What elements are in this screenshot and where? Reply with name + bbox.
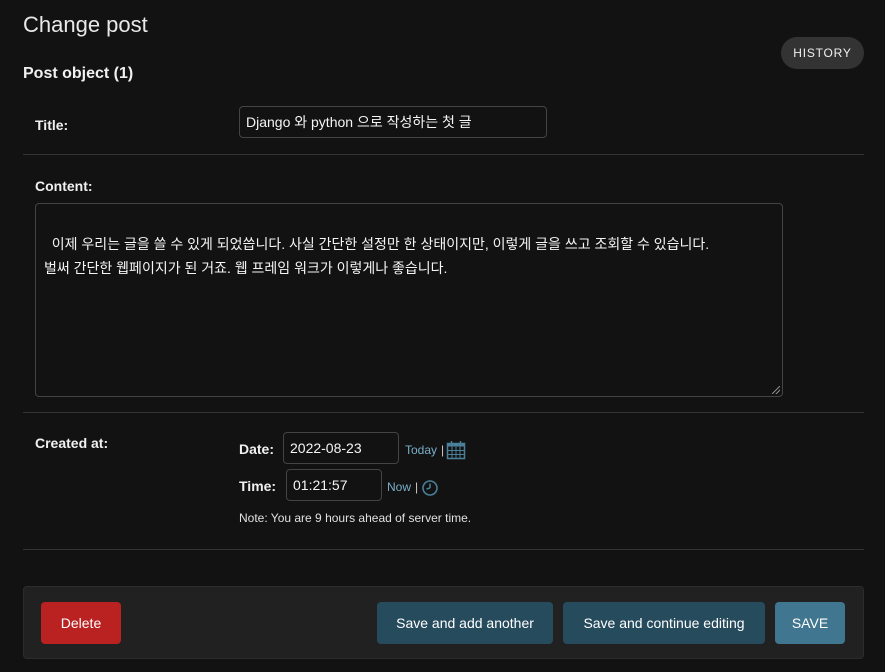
divider <box>23 549 864 550</box>
timezone-note: Note: You are 9 hours ahead of server ti… <box>239 511 472 525</box>
save-and-add-another-button[interactable]: Save and add another <box>377 602 553 644</box>
divider <box>23 412 864 413</box>
separator: | <box>441 443 445 457</box>
separator: | <box>415 480 419 494</box>
date-input[interactable]: 2022-08-23 <box>283 432 399 464</box>
title-label: Title: <box>35 117 69 133</box>
clock-icon[interactable] <box>421 479 439 502</box>
save-button[interactable]: SAVE <box>775 602 845 644</box>
content-text: 이제 우리는 글을 쓸 수 있게 되었씁니다. 사실 간단한 설정만 한 상태이… <box>44 236 710 276</box>
title-input[interactable]: Django 와 python 으로 작성하는 첫 글 <box>239 106 547 138</box>
time-input[interactable]: 01:21:57 <box>286 469 382 501</box>
delete-button[interactable]: Delete <box>41 602 121 644</box>
created-at-label: Created at: <box>35 435 109 451</box>
today-link[interactable]: Today <box>405 443 437 457</box>
history-button[interactable]: HISTORY <box>781 37 864 69</box>
divider <box>23 154 864 155</box>
content-label: Content: <box>35 178 93 194</box>
resize-handle[interactable] <box>772 386 780 394</box>
content-textarea[interactable]: 이제 우리는 글을 쓸 수 있게 되었씁니다. 사실 간단한 설정만 한 상태이… <box>35 203 783 397</box>
date-label: Date: <box>239 441 275 457</box>
section-title: Post object (1) <box>23 65 134 82</box>
time-label: Time: <box>239 478 277 494</box>
page-title: Change post <box>23 12 148 37</box>
calendar-icon[interactable] <box>446 440 466 465</box>
now-link[interactable]: Now <box>387 480 411 494</box>
save-and-continue-button[interactable]: Save and continue editing <box>563 602 765 644</box>
